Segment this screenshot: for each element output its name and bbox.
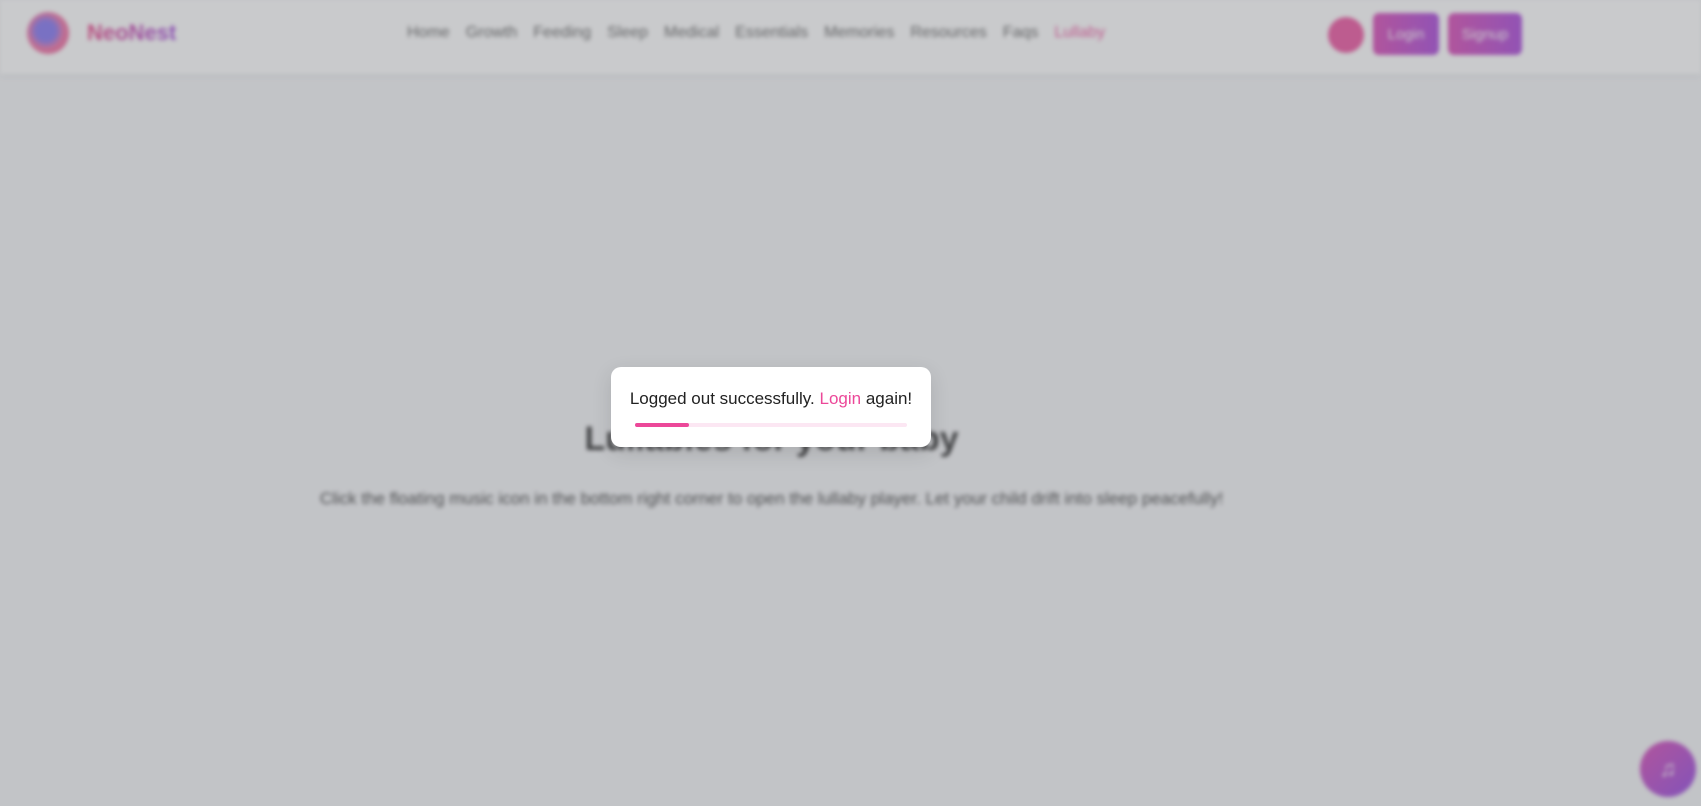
toast-progress-fill	[635, 423, 690, 427]
logout-toast: Logged out successfully. Login again!	[611, 367, 931, 447]
toast-progress-track	[635, 423, 907, 427]
toast-message-prefix: Logged out successfully.	[629, 389, 815, 408]
toast-login-link[interactable]: Login	[819, 389, 861, 408]
toast-message-suffix: again!	[865, 389, 913, 408]
toast-message: Logged out successfully. Login again!	[611, 389, 931, 409]
